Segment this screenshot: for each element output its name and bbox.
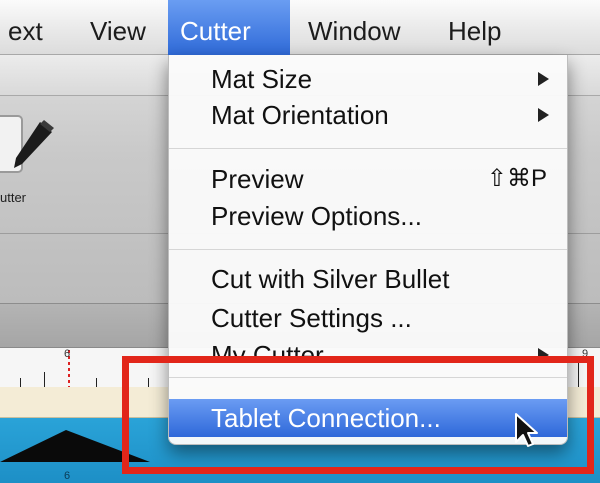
menu-window[interactable]: Window bbox=[296, 0, 412, 55]
menu-item-preview-options[interactable]: Preview Options... bbox=[169, 198, 567, 234]
cutter-tool-label: utter bbox=[0, 190, 27, 205]
cutter-tool-icon[interactable] bbox=[0, 112, 60, 182]
menu-item-label: Preview Options... bbox=[211, 201, 422, 231]
shortcut-label: ⇧⌘P bbox=[486, 165, 547, 192]
submenu-arrow-icon bbox=[538, 108, 549, 122]
ruler-tick bbox=[44, 372, 45, 388]
menu-item-mat-size[interactable]: Mat Size bbox=[169, 61, 567, 97]
mouse-cursor-icon bbox=[515, 413, 538, 447]
menu-item-label: Mat Size bbox=[211, 64, 313, 94]
menu-item-label: Mat Orientation bbox=[211, 100, 389, 130]
menu-view[interactable]: View bbox=[78, 0, 158, 55]
submenu-arrow-icon bbox=[538, 72, 549, 86]
ruler-label: 6 bbox=[64, 348, 71, 360]
menu-separator bbox=[169, 148, 567, 149]
menu-item-cut-with-silver-bullet[interactable]: Cut with Silver Bullet bbox=[169, 261, 567, 297]
menu-bar: ext View Cutter Window Help bbox=[0, 0, 600, 55]
canvas-ruler-label: 6 bbox=[64, 470, 71, 482]
menu-item-label: Cutter Settings ... bbox=[211, 303, 412, 333]
menu-separator bbox=[169, 249, 567, 250]
menu-item-preview[interactable]: Preview ⇧⌘P bbox=[169, 161, 567, 197]
menu-text[interactable]: ext bbox=[0, 0, 55, 55]
menu-item-mat-orientation[interactable]: Mat Orientation bbox=[169, 97, 567, 133]
menu-item-cutter-settings[interactable]: Cutter Settings ... bbox=[169, 300, 567, 336]
menu-cutter[interactable]: Cutter bbox=[168, 0, 290, 55]
menu-item-label: Cut with Silver Bullet bbox=[211, 264, 450, 294]
menu-help[interactable]: Help bbox=[436, 0, 513, 55]
menu-item-label: Preview bbox=[211, 164, 304, 194]
